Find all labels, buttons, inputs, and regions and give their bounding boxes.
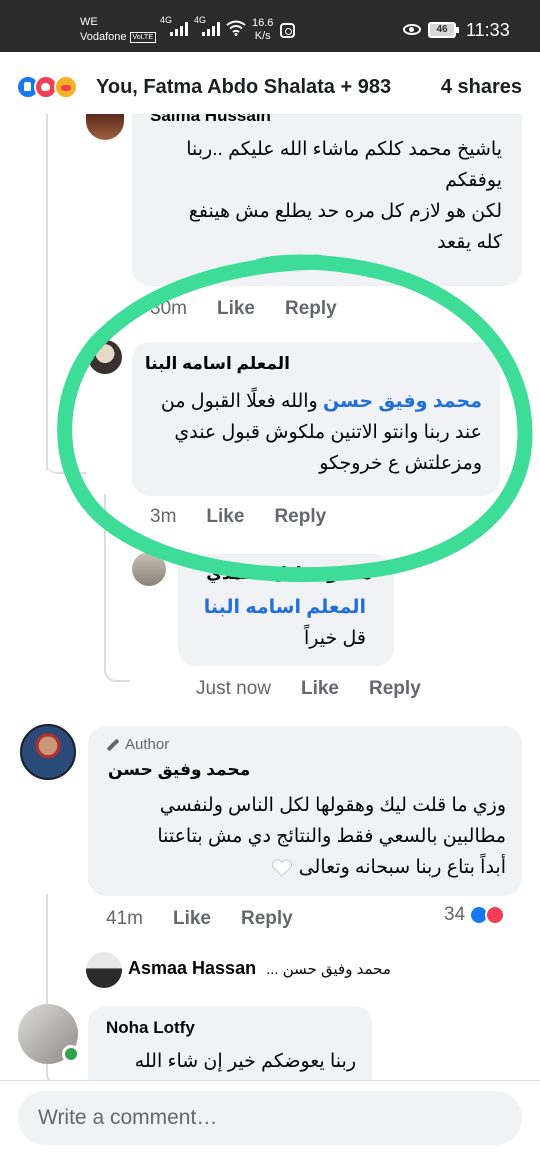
comment-line: ياشيخ محمد كلكم ماشاء الله عليكم ..ربنا bbox=[186, 139, 502, 160]
comment-meta: 3m Like Reply bbox=[150, 506, 326, 528]
comment-line: كله يقعد bbox=[437, 232, 502, 253]
reply-author[interactable]: Asmaa Hassan bbox=[128, 958, 256, 979]
reply-button[interactable]: Reply bbox=[285, 298, 337, 320]
author-badge: Author bbox=[106, 736, 169, 753]
comment-composer bbox=[0, 1080, 540, 1155]
comment-bubble[interactable]: المعلم اسامه البنا محمد وفيق حسن والله ف… bbox=[132, 342, 500, 496]
speed-value: 16.6 bbox=[252, 17, 274, 29]
comment-line-rest: والله فعلًا القبول من bbox=[160, 391, 318, 412]
comment-meta: Just now Like Reply bbox=[196, 678, 421, 700]
wifi-icon bbox=[226, 20, 246, 36]
comment-line: محمد وفيق حسن والله فعلًا القبول من bbox=[142, 386, 482, 417]
care-icon bbox=[54, 75, 78, 99]
comment-reactions[interactable]: 34 bbox=[444, 904, 506, 926]
reply-snippet: محمد وفيق حسن ... bbox=[266, 960, 391, 978]
comment-time: 3m bbox=[150, 506, 177, 527]
comment-text: المعلم اسامه البنا قل خيراً bbox=[186, 592, 366, 654]
comment-author[interactable]: Saima Hussain bbox=[150, 114, 271, 126]
clock: 11:33 bbox=[466, 20, 510, 40]
speed-unit: K/s bbox=[254, 30, 271, 42]
online-status-icon bbox=[62, 1045, 80, 1063]
avatar[interactable] bbox=[132, 552, 166, 586]
comment-line: يوفقكم bbox=[445, 170, 502, 191]
signal-icon-2 bbox=[202, 22, 220, 36]
thread-connector bbox=[104, 634, 130, 682]
comment-bubble[interactable]: Noha Lotfy ربنا يعوضكم خير إن شاء الله bbox=[88, 1006, 372, 1080]
carrier-short: WE bbox=[80, 16, 98, 28]
love-icon bbox=[485, 905, 506, 925]
comments-list: Saima Hussain ياشيخ محمد كلكم ماشاء الله… bbox=[0, 114, 540, 1080]
like-button[interactable]: Like bbox=[301, 678, 339, 700]
reactions-summary[interactable]: You, Fatma Abdo Shalata + 983 4 shares bbox=[0, 60, 540, 114]
reply-button[interactable]: Reply bbox=[274, 506, 326, 528]
comment-text: وزي ما قلت ليك وهقولها لكل الناس ولنفسي … bbox=[96, 790, 506, 883]
pencil-icon bbox=[106, 738, 120, 751]
thread-line bbox=[46, 334, 48, 470]
comment-author[interactable]: Noha Lotfy bbox=[106, 1018, 195, 1038]
comment-meta: 30m Like Reply bbox=[150, 298, 337, 320]
instagram-icon bbox=[280, 23, 295, 38]
comment-author[interactable]: محمد وفيق حسن bbox=[108, 760, 250, 780]
thread-connector bbox=[46, 314, 86, 474]
signal-icon bbox=[170, 22, 188, 36]
comment-text: محمد وفيق حسن والله فعلًا القبول من عند … bbox=[142, 386, 482, 479]
mention-link[interactable]: المعلم اسامه البنا bbox=[186, 592, 366, 623]
comment-line: أبداً بتاع ربنا سبحانه وتعالى bbox=[96, 852, 506, 883]
battery-icon: 46 bbox=[428, 22, 459, 38]
network-speed: 16.6 K/s bbox=[252, 17, 273, 43]
comment-line: مطالبين بالسعي فقط والنتائج دي مش بتاعتن… bbox=[157, 826, 506, 847]
comment-text: ربنا يعوضكم خير إن شاء الله bbox=[134, 1051, 356, 1072]
avatar[interactable] bbox=[20, 724, 76, 780]
comment-meta: 41m Like Reply bbox=[106, 908, 293, 930]
comment-author[interactable]: محمود عادل الحمدي bbox=[206, 564, 372, 584]
comment-time: 30m bbox=[150, 298, 187, 319]
carrier-name: Vodafone bbox=[80, 31, 127, 43]
comment-text: ياشيخ محمد كلكم ماشاء الله عليكم ..ربنا … bbox=[142, 134, 502, 258]
comment-bubble[interactable]: Saima Hussain ياشيخ محمد كلكم ماشاء الله… bbox=[132, 114, 522, 286]
carrier-info: WE Vodafone VoLTE bbox=[80, 15, 156, 45]
author-label: Author bbox=[125, 736, 170, 753]
like-button[interactable]: Like bbox=[217, 298, 255, 320]
shares-count[interactable]: 4 shares bbox=[441, 76, 522, 99]
comment-line: وزي ما قلت ليك وهقولها لكل الناس ولنفسي bbox=[159, 795, 506, 816]
reactors-names[interactable]: You, Fatma Abdo Shalata + 983 bbox=[96, 76, 391, 99]
comment-line: عند ربنا وانتو الاتنين ملكوش قبول عندي bbox=[174, 422, 482, 443]
thread-line bbox=[46, 114, 48, 344]
comment-time: Just now bbox=[196, 678, 271, 699]
comment-line: ومزعلتش ع خروجكو bbox=[319, 453, 482, 474]
reply-button[interactable]: Reply bbox=[241, 908, 293, 930]
reaction-icons bbox=[16, 75, 94, 99]
reaction-count: 34 bbox=[444, 904, 466, 925]
reply-preview[interactable]: Asmaa Hassan محمد وفيق حسن ... bbox=[128, 958, 391, 979]
reply-button[interactable]: Reply bbox=[369, 678, 421, 700]
comment-input[interactable] bbox=[18, 1091, 522, 1145]
avatar[interactable] bbox=[86, 114, 124, 140]
mention-link[interactable]: محمد وفيق حسن bbox=[323, 391, 482, 412]
white-heart-icon bbox=[272, 859, 293, 877]
comment-line: قل خيراً bbox=[304, 628, 366, 649]
comment-bubble[interactable]: Author محمد وفيق حسن وزي ما قلت ليك وهقو… bbox=[88, 726, 522, 896]
avatar[interactable] bbox=[88, 340, 122, 374]
like-button[interactable]: Like bbox=[173, 908, 211, 930]
eye-icon bbox=[403, 24, 421, 35]
like-button[interactable]: Like bbox=[206, 506, 244, 528]
avatar[interactable] bbox=[86, 952, 122, 988]
comment-line: لكن هو لازم كل مره حد يطلع مش هينفع bbox=[188, 201, 502, 222]
volte-badge: VoLTE bbox=[129, 31, 156, 43]
comment-bubble[interactable]: محمود عادل الحمدي المعلم اسامه البنا قل … bbox=[178, 554, 394, 666]
comment-time: 41m bbox=[106, 908, 143, 929]
comment-line-text: أبداً بتاع ربنا سبحانه وتعالى bbox=[298, 857, 506, 878]
status-bar: WE Vodafone VoLTE 4G 4G 16.6 K/s 46 11:33 bbox=[0, 0, 540, 52]
comment-author[interactable]: المعلم اسامه البنا bbox=[145, 354, 290, 374]
